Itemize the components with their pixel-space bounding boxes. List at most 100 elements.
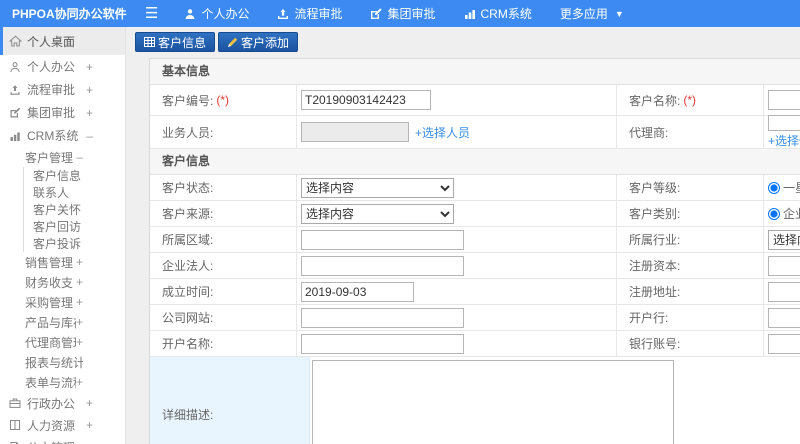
sidebar: 个人桌面 个人办公 + 流程审批 + 集团审批 + CRM系统 – 客户管理 –… bbox=[0, 27, 126, 444]
expand-plus[interactable]: + bbox=[76, 335, 83, 349]
founded-date-label: 成立时间: bbox=[150, 279, 297, 304]
sidebar-item-group-approval[interactable]: 集团审批 + bbox=[0, 101, 125, 124]
bank-account-input[interactable] bbox=[768, 333, 800, 354]
agent-input[interactable] bbox=[768, 115, 800, 131]
sidebar-item-contacts[interactable]: 联系人 bbox=[24, 184, 125, 201]
section-header-basic-info: 基本信息 bbox=[150, 59, 800, 85]
row-region-industry: 所属区域: 所属行业: 选择内容 bbox=[150, 227, 800, 253]
row-account-bankno: 开户名称: 银行账号: bbox=[150, 331, 800, 357]
customer-grade-label: 客户等级: bbox=[617, 175, 764, 200]
sidebar-item-customer-followup[interactable]: 客户回访 bbox=[24, 218, 125, 235]
description-textarea[interactable] bbox=[312, 360, 674, 444]
topnav-item-more-apps[interactable]: 更多应用 ▼ bbox=[560, 5, 624, 22]
expand-plus[interactable]: + bbox=[86, 106, 93, 120]
bank-account-label: 银行账号: bbox=[617, 331, 764, 356]
select-person-link[interactable]: +选择人员 bbox=[415, 124, 470, 141]
sidebar-item-agent-management[interactable]: 代理商管理 + bbox=[0, 332, 125, 352]
chart-icon bbox=[464, 8, 476, 20]
sidebar-item-personal-office[interactable]: 个人办公 + bbox=[0, 55, 125, 78]
book-icon bbox=[8, 419, 22, 431]
phpoa-app: { "topbar": { "logo": "PHPOA协同办公软件", "na… bbox=[0, 0, 800, 444]
sidebar-item-workflow-approval[interactable]: 流程审批 + bbox=[0, 78, 125, 101]
sidebar-item-sales-management[interactable]: 销售管理 + bbox=[0, 252, 125, 272]
topnav-item-workflow-approval[interactable]: 流程审批 bbox=[277, 5, 342, 22]
legal-person-input[interactable] bbox=[301, 255, 464, 276]
sidebar-item-customer-care[interactable]: 客户关怀 bbox=[24, 201, 125, 218]
sidebar-item-crm[interactable]: CRM系统 – bbox=[0, 124, 125, 147]
expand-plus[interactable]: + bbox=[86, 396, 93, 410]
sidebar-item-administration[interactable]: 行政办公 + bbox=[0, 392, 125, 414]
upload-icon bbox=[277, 8, 289, 20]
row-source-category: 客户来源: 选择内容 客户类别: 企业客户 bbox=[150, 201, 800, 227]
customer-source-select[interactable]: 选择内容 bbox=[301, 203, 454, 224]
required-mark: (*) bbox=[683, 93, 697, 107]
required-mark: (*) bbox=[216, 93, 230, 107]
topbar: PHPOA协同办公软件 ☰ 个人办公 流程审批 集团审批 CRM系统 更多应用 … bbox=[0, 0, 800, 27]
sidebar-item-human-resources[interactable]: 人力资源 + bbox=[0, 414, 125, 436]
region-input[interactable] bbox=[301, 229, 464, 250]
customer-management-children: 客户信息 联系人 客户关怀 客户回访 客户投诉 bbox=[23, 167, 125, 252]
chevron-down-icon: ▼ bbox=[614, 8, 624, 19]
customer-status-select[interactable]: 选择内容 bbox=[301, 177, 454, 198]
sidebar-item-customer-complaint[interactable]: 客户投诉 bbox=[24, 235, 125, 252]
collapse-minus[interactable]: – bbox=[86, 129, 93, 143]
founded-date-input[interactable] bbox=[301, 281, 414, 302]
customer-status-label: 客户状态: bbox=[150, 175, 297, 200]
expand-plus[interactable]: + bbox=[76, 275, 83, 289]
tab-customer-info[interactable]: 客户信息 bbox=[135, 32, 216, 52]
region-label: 所属区域: bbox=[150, 227, 297, 252]
expand-plus[interactable]: + bbox=[76, 375, 83, 389]
sidebar-item-purchasing[interactable]: 采购管理 + bbox=[0, 292, 125, 312]
row-founded-address: 成立时间: 注册地址: bbox=[150, 279, 800, 305]
topnav-item-group-approval[interactable]: 集团审批 bbox=[370, 5, 436, 22]
tab-strip: 客户信息 客户添加 bbox=[126, 27, 800, 52]
customer-source-label: 客户来源: bbox=[150, 201, 297, 226]
edit-icon bbox=[370, 7, 383, 20]
customer-add-form: 基本信息 客户编号: (*) 客户名称: (*) bbox=[149, 58, 800, 444]
grade-radio-one-star[interactable] bbox=[768, 181, 780, 194]
sidebar-item-document-management[interactable]: 公文管理 + bbox=[0, 436, 125, 444]
row-description: 详细描述: bbox=[150, 357, 800, 444]
sidebar-item-customer-management[interactable]: 客户管理 – bbox=[0, 147, 125, 167]
sidebar-item-customer-info[interactable]: 客户信息 bbox=[24, 167, 125, 184]
expand-plus[interactable]: + bbox=[76, 295, 83, 309]
customer-no-input[interactable] bbox=[301, 90, 431, 110]
registered-address-label: 注册地址: bbox=[617, 279, 764, 304]
customer-name-input[interactable] bbox=[768, 90, 800, 110]
expand-plus[interactable]: + bbox=[76, 315, 83, 329]
sidebar-item-personal-desktop[interactable]: 个人桌面 bbox=[0, 27, 125, 55]
expand-plus[interactable]: + bbox=[76, 255, 83, 269]
expand-plus[interactable]: + bbox=[86, 440, 93, 444]
section-header-customer-info: 客户信息 bbox=[150, 149, 800, 175]
tab-customer-add[interactable]: 客户添加 bbox=[218, 32, 299, 52]
account-name-input[interactable] bbox=[301, 333, 464, 354]
industry-select[interactable]: 选择内容 bbox=[768, 229, 800, 250]
sidebar-item-products-inventory[interactable]: 产品与库存 + bbox=[0, 312, 125, 332]
registered-address-input[interactable] bbox=[768, 281, 800, 302]
topnav-item-personal-office[interactable]: 个人办公 bbox=[184, 5, 249, 22]
registered-capital-input[interactable] bbox=[768, 255, 800, 276]
description-label: 详细描述: bbox=[150, 357, 310, 444]
bank-input[interactable] bbox=[768, 307, 800, 328]
expand-plus[interactable]: + bbox=[86, 60, 93, 74]
salesperson-input[interactable] bbox=[301, 122, 409, 142]
sidebar-item-finance[interactable]: 财务收支 + bbox=[0, 272, 125, 292]
sidebar-item-form-workflow-settings[interactable]: 表单与流程设置 + bbox=[0, 372, 125, 392]
user-icon bbox=[184, 8, 196, 20]
account-name-label: 开户名称: bbox=[150, 331, 297, 356]
website-input[interactable] bbox=[301, 307, 464, 328]
sidebar-item-reports-statistics[interactable]: 报表与统计 bbox=[0, 352, 125, 372]
expand-plus[interactable]: + bbox=[86, 83, 93, 97]
user-icon bbox=[8, 61, 22, 73]
hamburger-icon[interactable]: ☰ bbox=[145, 6, 158, 21]
collapse-minus[interactable]: – bbox=[76, 150, 83, 164]
expand-plus[interactable]: + bbox=[86, 418, 93, 432]
table-icon bbox=[144, 37, 155, 47]
select-agent-link[interactable]: +选择代理商 bbox=[768, 132, 800, 149]
topnav-item-crm[interactable]: CRM系统 bbox=[464, 5, 532, 22]
salesperson-label: 业务人员: bbox=[150, 116, 297, 148]
chart-icon bbox=[8, 130, 22, 142]
topnav: 个人办公 流程审批 集团审批 CRM系统 更多应用 ▼ bbox=[184, 5, 624, 22]
briefcase-icon bbox=[8, 397, 22, 409]
category-radio-enterprise[interactable] bbox=[768, 207, 780, 220]
